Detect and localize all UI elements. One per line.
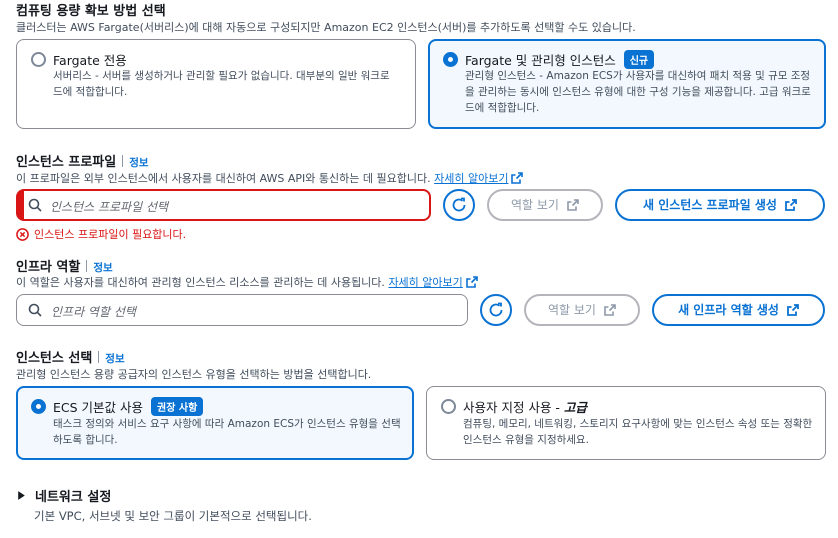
- instance-profile-view-role-button[interactable]: 역할 보기: [487, 189, 603, 221]
- infra-role-refresh-button[interactable]: [480, 294, 512, 326]
- create-infra-role-button[interactable]: 새 인프라 역할 생성: [652, 294, 825, 326]
- radio-custom[interactable]: [441, 399, 456, 414]
- radio-ecs-default[interactable]: [31, 399, 46, 414]
- external-link-icon: [465, 276, 478, 288]
- capacity-description: 클러스터는 AWS Fargate(서버리스)에 대해 자동으로 구성되지만 A…: [16, 21, 636, 34]
- instance-selection-info-link[interactable]: 정보: [105, 353, 124, 365]
- infra-role-placeholder: 인프라 역할 선택: [51, 305, 136, 319]
- divider: [86, 260, 88, 272]
- search-icon: [28, 303, 42, 317]
- option-custom[interactable]: 사용자 지정 사용 - 고급 컴퓨팅, 메모리, 네트워킹, 스토리지 요구사항…: [426, 386, 826, 460]
- option-fargate-managed[interactable]: Fargate 및 관리형 인스턴스 신규 관리형 인스턴스 - Amazon E…: [428, 39, 826, 129]
- instance-profile-error-text: 인스턴스 프로파일이 필요합니다.: [34, 228, 187, 241]
- infra-role-view-role-button[interactable]: 역할 보기: [524, 294, 640, 326]
- option-fargate-only[interactable]: Fargate 전용 서버리스 - 서버를 생성하거나 관리할 필요가 없습니다…: [16, 39, 416, 129]
- instance-selection-title: 인스턴스 선택: [16, 351, 93, 366]
- capacity-title: 컴퓨팅 용량 확보 방법 선택: [16, 4, 166, 19]
- instance-profile-view-role-label: 역할 보기: [511, 198, 559, 212]
- instance-profile-select[interactable]: 인스턴스 프로파일 선택: [16, 189, 431, 221]
- network-settings-title: 네트워크 설정: [35, 490, 112, 505]
- infra-role-description: 이 역할은 사용자를 대신하여 관리형 인스턴스 리소스를 관리하는 데 사용됩…: [16, 276, 385, 289]
- infra-role-info-link[interactable]: 정보: [93, 262, 112, 274]
- instance-profile-info-link[interactable]: 정보: [129, 157, 148, 169]
- infra-role-header: 인프라 역할 정보: [16, 256, 113, 275]
- create-instance-profile-label: 새 인스턴스 프로파일 생성: [643, 198, 777, 212]
- error-icon: [16, 228, 29, 241]
- infra-role-learn-more-link[interactable]: 자세히 알아보기: [388, 276, 462, 289]
- network-settings-toggle[interactable]: 네트워크 설정: [16, 486, 111, 505]
- option-custom-title-wrap: 사용자 지정 사용 - 고급: [463, 397, 587, 416]
- option-fargate-only-title: Fargate 전용: [53, 53, 127, 68]
- instance-profile-description: 이 프로파일은 외부 인스턴스에서 사용자를 대신하여 AWS API와 통신하…: [16, 172, 431, 185]
- instance-profile-error: 인스턴스 프로파일이 필요합니다.: [16, 226, 186, 242]
- recommended-badge: 권장 사항: [151, 397, 204, 416]
- option-ecs-default-description: 태스크 정의와 서비스 요구 사항에 따라 Amazon ECS가 인스턴스 유…: [53, 418, 401, 446]
- refresh-icon: [489, 302, 503, 317]
- instance-profile-description-row: 이 프로파일은 외부 인스턴스에서 사용자를 대신하여 AWS API와 통신하…: [16, 170, 524, 186]
- external-link-icon: [511, 172, 524, 184]
- instance-selection-description: 관리형 인스턴스 용량 공급자의 인스턴스 유형을 선택하는 방법을 선택합니다…: [16, 368, 372, 381]
- infra-role-view-role-label: 역할 보기: [548, 303, 596, 317]
- instance-profile-refresh-button[interactable]: [443, 189, 475, 221]
- external-link-icon: [787, 304, 799, 316]
- instance-profile-header: 인스턴스 프로파일 정보: [16, 151, 149, 170]
- caret-right-icon: [18, 491, 25, 500]
- divider: [122, 155, 124, 167]
- option-custom-title: 사용자 지정 사용 -: [463, 400, 564, 415]
- option-fargate-only-description: 서버리스 - 서버를 생성하거나 관리할 필요가 없습니다. 대부분의 일반 워…: [53, 70, 390, 98]
- external-link-icon: [604, 304, 616, 316]
- infra-role-select[interactable]: 인프라 역할 선택: [16, 294, 468, 326]
- instance-profile-title: 인스턴스 프로파일: [16, 155, 117, 170]
- option-ecs-default-title: ECS 기본값 사용: [53, 400, 144, 415]
- external-link-icon: [785, 199, 797, 211]
- instance-profile-placeholder: 인스턴스 프로파일 선택: [50, 200, 169, 214]
- instance-selection-header: 인스턴스 선택 정보: [16, 347, 125, 366]
- radio-fargate-only[interactable]: [31, 52, 46, 67]
- network-settings-description: 기본 VPC, 서브넷 및 보안 그룹이 기본적으로 선택됩니다.: [34, 509, 312, 523]
- option-custom-title-emphasis: 고급: [563, 400, 587, 415]
- search-icon: [28, 198, 42, 212]
- new-badge: 신규: [623, 50, 655, 69]
- refresh-icon: [452, 197, 466, 212]
- radio-fargate-managed[interactable]: [443, 52, 458, 67]
- option-fargate-managed-description: 관리형 인스턴스 - Amazon ECS가 사용자를 대신하여 패치 적용 및…: [465, 70, 811, 114]
- option-ecs-default-title-wrap: ECS 기본값 사용 권장 사항: [53, 397, 204, 416]
- create-infra-role-label: 새 인프라 역할 생성: [678, 303, 779, 317]
- create-instance-profile-button[interactable]: 새 인스턴스 프로파일 생성: [615, 189, 825, 221]
- infra-role-title: 인프라 역할: [16, 260, 81, 275]
- instance-profile-learn-more-link[interactable]: 자세히 알아보기: [434, 172, 508, 185]
- divider: [98, 351, 100, 363]
- infra-role-description-row: 이 역할은 사용자를 대신하여 관리형 인스턴스 리소스를 관리하는 데 사용됩…: [16, 274, 478, 290]
- option-custom-description: 컴퓨팅, 메모리, 네트워킹, 스토리지 요구사항에 맞는 인스턴스 속성 또는…: [463, 418, 813, 446]
- option-fargate-managed-title: Fargate 및 관리형 인스턴스: [465, 53, 616, 68]
- option-fargate-managed-title-wrap: Fargate 및 관리형 인스턴스 신규: [465, 50, 655, 69]
- external-link-icon: [567, 199, 579, 211]
- option-ecs-default[interactable]: ECS 기본값 사용 권장 사항 태스크 정의와 서비스 요구 사항에 따라 Am…: [16, 386, 414, 460]
